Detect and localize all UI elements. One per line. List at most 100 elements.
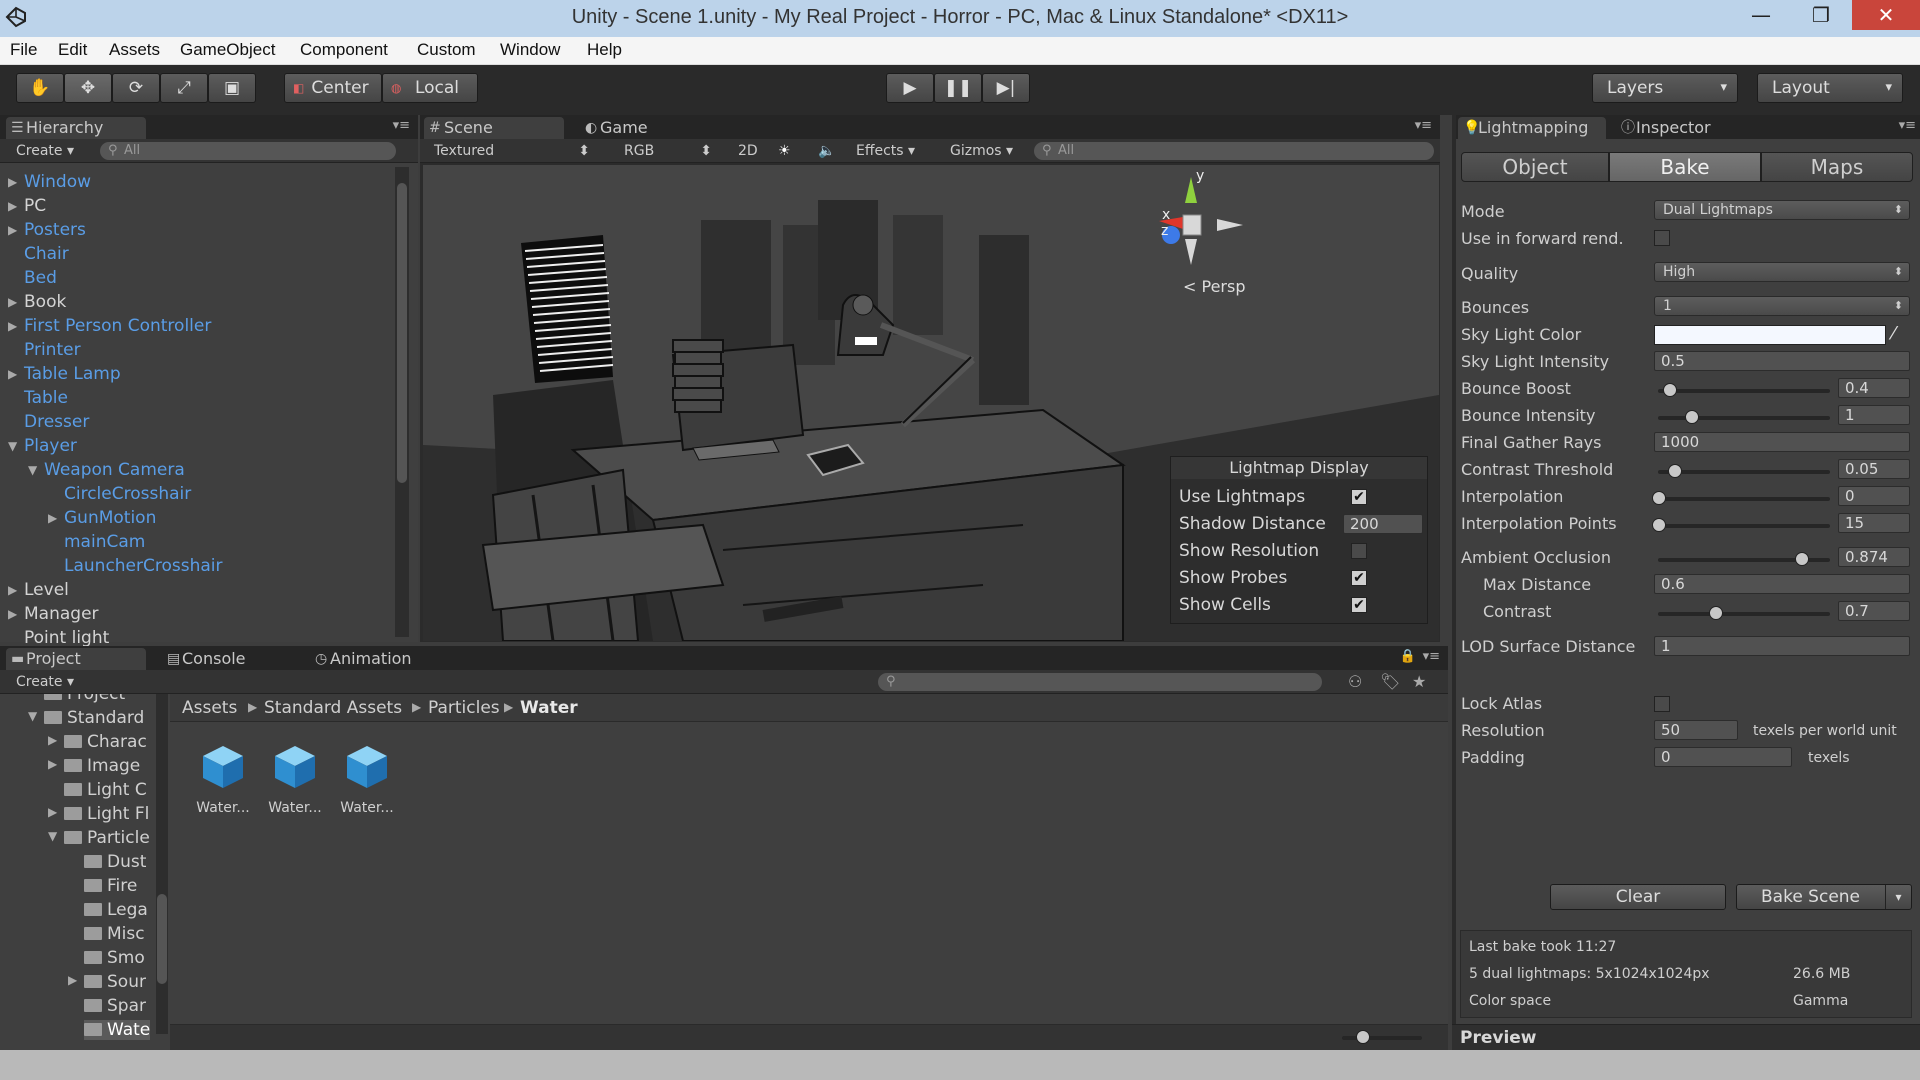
- collapsed-arrow-icon[interactable]: ▶: [68, 973, 77, 987]
- scene-orientation-gizmo[interactable]: [1153, 175, 1273, 275]
- eyedropper-icon[interactable]: ⁄: [1892, 323, 1895, 344]
- hierarchy-item[interactable]: ▶ PC: [8, 196, 46, 216]
- folder-item[interactable]: Dust: [84, 852, 146, 872]
- interpolation-slider-knob[interactable]: [1652, 491, 1666, 505]
- collapsed-arrow-icon[interactable]: ▶: [8, 364, 17, 384]
- hierarchy-item[interactable]: ▶ Window: [8, 172, 91, 192]
- expanded-arrow-icon[interactable]: ▼: [48, 829, 57, 843]
- projection-label[interactable]: < Persp: [1183, 277, 1246, 296]
- interpolation-points-slider[interactable]: [1658, 524, 1830, 528]
- segment-maps[interactable]: Maps: [1761, 152, 1913, 182]
- lod-distance-field[interactable]: 1: [1654, 636, 1910, 656]
- project-tree-scrollbar-thumb[interactable]: [157, 894, 167, 984]
- filter-label-icon[interactable]: 🏷: [1380, 672, 1400, 691]
- menu-component[interactable]: Component: [300, 40, 388, 60]
- breadcrumb-standard-assets[interactable]: Standard Assets: [264, 698, 402, 718]
- collapsed-arrow-icon[interactable]: ▶: [8, 196, 17, 216]
- hierarchy-scrollbar[interactable]: [395, 167, 409, 637]
- bounce-boost-field[interactable]: 0.4: [1838, 378, 1910, 398]
- folder-item[interactable]: Spar: [84, 996, 146, 1016]
- contrast-slider[interactable]: [1658, 612, 1830, 616]
- tab-inspector[interactable]: ⓘ Inspector: [1616, 117, 1756, 139]
- collapsed-arrow-icon[interactable]: ▶: [48, 733, 57, 747]
- tab-game[interactable]: ◐ Game: [580, 117, 720, 139]
- rotate-tool-button[interactable]: ⟳: [112, 73, 160, 103]
- folder-item[interactable]: Fire: [84, 876, 137, 896]
- show-resolution-checkbox[interactable]: [1351, 543, 1367, 559]
- bounce-intensity-slider[interactable]: [1658, 416, 1830, 420]
- padding-field[interactable]: 0: [1654, 747, 1792, 767]
- hierarchy-item[interactable]: LauncherCrosshair: [64, 556, 223, 576]
- lock-icon[interactable]: 🔒: [1400, 649, 1416, 664]
- folder-item[interactable]: ▼ Particle: [48, 828, 150, 848]
- expanded-arrow-icon[interactable]: ▼: [28, 460, 37, 480]
- menu-edit[interactable]: Edit: [58, 40, 87, 60]
- menu-gameobject[interactable]: GameObject: [180, 40, 275, 60]
- collapsed-arrow-icon[interactable]: ▶: [48, 757, 57, 771]
- shadow-distance-field[interactable]: 200: [1343, 514, 1423, 534]
- shading-dropdown[interactable]: Textured ⬍: [426, 142, 596, 160]
- use-lightmaps-checkbox[interactable]: ✔: [1351, 489, 1367, 505]
- mode-dropdown[interactable]: Dual Lightmaps: [1654, 200, 1910, 220]
- rect-tool-button[interactable]: ▣: [208, 73, 256, 103]
- folder-item[interactable]: ▶ Sour: [68, 972, 146, 992]
- contrast-threshold-field[interactable]: 0.05: [1838, 459, 1910, 479]
- icon-size-slider-knob[interactable]: [1356, 1030, 1370, 1044]
- panel-menu-icon[interactable]: ▾≡: [393, 118, 410, 133]
- 2d-toggle[interactable]: 2D: [730, 142, 758, 160]
- interpolation-field[interactable]: 0: [1838, 486, 1910, 506]
- sky-color-swatch[interactable]: [1654, 325, 1886, 345]
- hierarchy-item[interactable]: Bed: [24, 268, 57, 288]
- contrast-threshold-slider[interactable]: [1658, 470, 1830, 474]
- contrast-slider-knob[interactable]: [1709, 606, 1723, 620]
- segment-bake[interactable]: Bake: [1609, 152, 1761, 182]
- tab-animation[interactable]: ◷ Animation: [310, 648, 450, 670]
- hierarchy-item[interactable]: ▶ First Person Controller: [8, 316, 211, 336]
- hierarchy-item[interactable]: ▶ Posters: [8, 220, 86, 240]
- bounce-boost-slider[interactable]: [1658, 389, 1830, 393]
- collapsed-arrow-icon[interactable]: ▶: [8, 220, 17, 240]
- pivot-local-button[interactable]: ◍ Local: [382, 73, 478, 103]
- folder-item[interactable]: ▼ Standard: [28, 708, 144, 728]
- hierarchy-item[interactable]: Point light: [24, 628, 109, 648]
- resolution-field[interactable]: 50: [1654, 720, 1738, 740]
- maximize-button[interactable]: ❐: [1798, 0, 1844, 30]
- clear-button[interactable]: Clear: [1550, 884, 1726, 910]
- create-dropdown[interactable]: Create ▾: [8, 142, 74, 160]
- menu-help[interactable]: Help: [587, 40, 622, 60]
- gizmos-dropdown[interactable]: Gizmos ▾: [942, 142, 1013, 160]
- hierarchy-item[interactable]: Chair: [24, 244, 69, 264]
- pause-button[interactable]: ❚❚: [934, 73, 982, 103]
- bounces-dropdown[interactable]: 1: [1654, 296, 1910, 316]
- menu-window[interactable]: Window: [500, 40, 560, 60]
- folder-item[interactable]: ▶ Light Fl: [48, 804, 149, 824]
- breadcrumb-assets[interactable]: Assets: [182, 698, 237, 718]
- ambient-occlusion-slider-knob[interactable]: [1795, 552, 1809, 566]
- show-probes-checkbox[interactable]: ✔: [1351, 570, 1367, 586]
- hand-tool-button[interactable]: ✋: [16, 73, 64, 103]
- menu-file[interactable]: File: [10, 40, 37, 60]
- folder-item[interactable]: Light C: [64, 780, 147, 800]
- interpolation-points-field[interactable]: 15: [1838, 513, 1910, 533]
- hierarchy-item[interactable]: Dresser: [24, 412, 89, 432]
- layout-dropdown[interactable]: Layout: [1757, 73, 1903, 103]
- hierarchy-scrollbar-thumb[interactable]: [397, 183, 407, 483]
- folder-item[interactable]: ▶ Image: [48, 756, 140, 776]
- folder-item[interactable]: Project: [44, 694, 125, 704]
- scale-tool-button[interactable]: ⤢: [160, 73, 208, 103]
- collapsed-arrow-icon[interactable]: ▶: [8, 316, 17, 336]
- expanded-arrow-icon[interactable]: ▼: [8, 436, 17, 456]
- hierarchy-item[interactable]: ▶ Book: [8, 292, 66, 312]
- folder-item[interactable]: Smo: [84, 948, 145, 968]
- collapsed-arrow-icon[interactable]: ▶: [8, 292, 17, 312]
- collapsed-arrow-icon[interactable]: ▶: [8, 604, 17, 624]
- interpolation-points-slider-knob[interactable]: [1652, 518, 1666, 532]
- close-button[interactable]: ✕: [1852, 0, 1920, 30]
- menu-custom[interactable]: Custom: [417, 40, 476, 60]
- filter-type-icon[interactable]: ⚇: [1348, 672, 1362, 691]
- contrast-field[interactable]: 0.7: [1838, 601, 1910, 621]
- icon-size-slider[interactable]: [1342, 1036, 1422, 1040]
- final-gather-field[interactable]: 1000: [1654, 432, 1910, 452]
- folder-item[interactable]: Misc: [84, 924, 145, 944]
- minimize-button[interactable]: —: [1738, 0, 1784, 30]
